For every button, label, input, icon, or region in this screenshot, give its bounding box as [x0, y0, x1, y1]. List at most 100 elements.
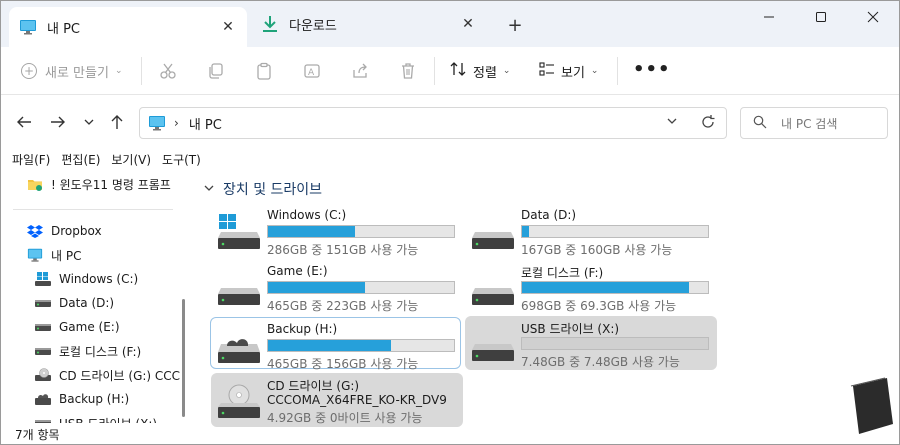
site-logo-watermark [847, 376, 897, 436]
sidebar-item-my-pc[interactable]: 내 PC [27, 244, 81, 266]
drive-usage-fill [268, 340, 391, 351]
monitor-icon [148, 115, 166, 131]
rename-icon[interactable]: A [300, 59, 324, 83]
drive-free-space: 465GB 중 223GB 사용 가능 [267, 299, 419, 313]
drive-name: Game (E:) [267, 264, 328, 278]
menu-edit[interactable]: 편집(E) [61, 151, 100, 171]
drive-icon [35, 296, 51, 310]
chevron-down-icon: ⌄ [590, 66, 599, 76]
sidebar-item-windows-c[interactable]: Windows (C:) [35, 268, 138, 290]
plus-icon: + [21, 63, 37, 79]
drive-tile-backup-h[interactable]: Backup (H:) 465GB 중 156GB 사용 가능 [210, 317, 461, 371]
sort-button[interactable]: 정렬 ⌄ [449, 59, 510, 83]
command-bar: + 새로 만들기 ⌄ A 정렬 ⌄ 보기 ⌄ ••• [1, 47, 899, 95]
view-button[interactable]: 보기 ⌄ [539, 59, 598, 83]
menu-view[interactable]: 보기(V) [111, 151, 151, 171]
search-box[interactable]: 내 PC 검색 [740, 107, 888, 139]
sidebar-scrollbar[interactable] [182, 299, 185, 417]
sidebar-item-data-d[interactable]: Data (D:) [35, 292, 114, 314]
backup-drive-icon [35, 392, 51, 406]
new-button[interactable]: + 새로 만들기 ⌄ [21, 59, 122, 83]
toolbar-divider [434, 57, 435, 85]
menu-tools[interactable]: 도구(T) [162, 151, 201, 171]
section-title: 장치 및 드라이브 [223, 182, 323, 198]
sidebar-item-cd-g[interactable]: CD 드라이브 (G:) CCC [35, 364, 180, 386]
content-pane: 장치 및 드라이브 Windows (C:) 286GB 중 151GB 사용 … [191, 171, 899, 427]
sidebar-item-dropbox[interactable]: Dropbox [27, 220, 102, 242]
sidebar-item-label: ! 윈도우11 명령 프롬프 [51, 177, 171, 192]
sidebar-item-backup-h[interactable]: Backup (H:) [35, 388, 129, 410]
search-input[interactable]: 내 PC 검색 [781, 115, 837, 132]
navigation-pane: ! 윈도우11 명령 프롬프 Dropbox 내 PC Windows (C:) [1, 171, 191, 423]
search-icon [753, 115, 767, 132]
recent-locations-chevron-icon[interactable] [78, 111, 100, 133]
copy-icon[interactable] [204, 59, 228, 83]
drive-free-space: 465GB 중 156GB 사용 가능 [267, 357, 419, 371]
backup-drive-icon [217, 328, 261, 364]
sidebar-item-label: USB 드라이브 (X:) [59, 415, 157, 424]
tab-bar: 내 PC ✕ 다운로드 ✕ + [1, 1, 899, 47]
drive-icon [471, 214, 515, 250]
sidebar-item-label: Game (E:) [59, 320, 120, 334]
status-bar: 7개 항목 [1, 423, 899, 444]
drive-usage-fill [268, 226, 356, 237]
sidebar-divider [13, 209, 173, 210]
menu-file[interactable]: 파일(F) [12, 151, 50, 171]
address-dropdown-icon[interactable] [666, 115, 678, 129]
paste-icon[interactable] [252, 59, 276, 83]
drive-usage-bar [521, 225, 709, 238]
sidebar-item-game-e[interactable]: Game (E:) [35, 316, 120, 338]
delete-icon[interactable] [396, 59, 420, 83]
more-options-button[interactable]: ••• [633, 59, 671, 80]
address-bar[interactable]: › 내 PC [139, 107, 727, 139]
toolbar-divider [617, 57, 618, 85]
new-tab-button[interactable]: + [503, 13, 527, 37]
drive-tile-usb-x[interactable]: USB 드라이브 (X:) 7.48GB 중 7.48GB 사용 가능 [465, 316, 717, 370]
drive-name: USB 드라이브 (X:) [521, 322, 620, 336]
close-tab-icon[interactable]: ✕ [219, 18, 237, 36]
breadcrumb-separator: › [174, 116, 179, 130]
drive-name: CD 드라이브 (G:) [267, 379, 360, 393]
usb-drive-icon [35, 416, 51, 423]
sidebar-item-label: CD 드라이브 (G:) CCC [59, 368, 181, 383]
windows-drive-icon [217, 214, 261, 250]
sidebar-item-local-f[interactable]: 로컬 디스크 (F:) [35, 340, 141, 362]
breadcrumb-my-pc[interactable]: 내 PC [189, 114, 222, 133]
drive-name: Windows (C:) [267, 208, 347, 222]
sidebar-item-cmd-folder[interactable]: ! 윈도우11 명령 프롬프 [27, 173, 171, 195]
close-window-button[interactable] [847, 1, 899, 33]
folder-icon [27, 177, 43, 191]
drive-usage-bar [267, 281, 455, 294]
drive-tile-data-d[interactable]: Data (D:) 167GB 중 160GB 사용 가능 [465, 204, 717, 258]
minimize-button[interactable] [743, 1, 795, 33]
section-header-devices[interactable]: 장치 및 드라이브 [203, 179, 322, 199]
close-tab-icon[interactable]: ✕ [459, 15, 477, 33]
chevron-down-icon: ⌄ [114, 66, 123, 76]
back-arrow-icon[interactable] [13, 111, 35, 133]
cut-icon[interactable] [156, 59, 180, 83]
drive-tile-local-f[interactable]: 로컬 디스크 (F:) 698GB 중 69.3GB 사용 가능 [465, 260, 717, 314]
view-label: 보기 [561, 65, 585, 81]
tab-downloads[interactable]: 다운로드 ✕ [251, 7, 487, 41]
refresh-icon[interactable] [700, 114, 716, 133]
drive-usage-fill [268, 282, 365, 293]
drive-tile-windows-c[interactable]: Windows (C:) 286GB 중 151GB 사용 가능 [211, 204, 463, 258]
up-arrow-icon[interactable] [106, 111, 128, 133]
svg-text:A: A [308, 68, 315, 78]
sidebar-item-label: Dropbox [51, 224, 102, 238]
sidebar-item-label: 로컬 디스크 (F:) [59, 344, 142, 359]
drive-tile-game-e[interactable]: Game (E:) 465GB 중 223GB 사용 가능 [211, 260, 463, 314]
sidebar-item-label: Data (D:) [59, 296, 115, 310]
monitor-icon [27, 248, 43, 262]
sort-label: 정렬 [473, 65, 497, 81]
maximize-button[interactable] [795, 1, 847, 33]
drive-tile-cd-g[interactable]: CD 드라이브 (G:) CCCOMA_X64FRE_KO-KR_DV9 4.9… [211, 373, 463, 427]
drive-free-space: 7.48GB 중 7.48GB 사용 가능 [521, 355, 680, 369]
drive-usage-bar [521, 281, 709, 294]
cd-drive-icon [217, 383, 261, 419]
tab-my-pc[interactable]: 내 PC ✕ [9, 7, 247, 47]
sort-icon [449, 61, 467, 81]
sidebar-item-usb-x[interactable]: USB 드라이브 (X:) [35, 412, 157, 423]
forward-arrow-icon[interactable] [47, 111, 69, 133]
share-icon[interactable] [348, 59, 372, 83]
